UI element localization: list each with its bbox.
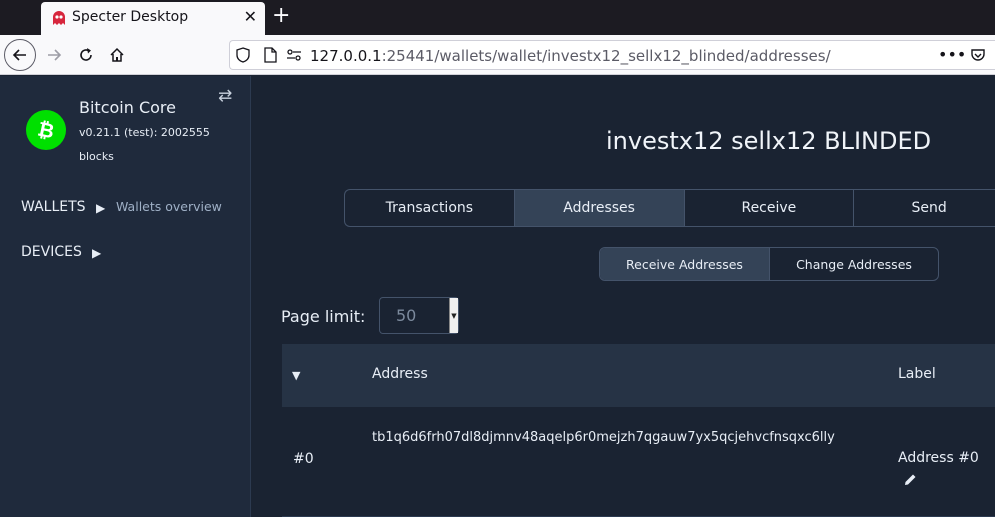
spinner-icon[interactable]: ▼	[449, 298, 458, 333]
tab-change-addresses[interactable]: Change Addresses	[770, 248, 938, 280]
reload-icon	[80, 48, 92, 61]
back-button[interactable]	[4, 39, 36, 71]
sidebar-devices[interactable]: DEVICES	[21, 244, 82, 260]
sidebar: ₿ Bitcoin Core v0.21.1 (test): 2002555 b…	[0, 76, 251, 517]
pencil-icon[interactable]	[904, 473, 917, 486]
node-name[interactable]: Bitcoin Core	[79, 98, 176, 117]
url-bar[interactable]: 127.0.0.1:25441/wallets/wallet/investx12…	[229, 40, 995, 70]
tab-receive[interactable]: Receive	[685, 190, 855, 226]
tab-receive-addresses[interactable]: Receive Addresses	[600, 248, 770, 280]
tab-addresses[interactable]: Addresses	[514, 190, 685, 226]
tab-title: Specter Desktop	[72, 9, 189, 25]
wallet-tabs: Transactions Addresses Receive Send	[344, 189, 995, 227]
url-text[interactable]: 127.0.0.1:25441/wallets/wallet/investx12…	[310, 47, 831, 65]
browser-navbar: 127.0.0.1:25441/wallets/wallet/investx12…	[0, 35, 995, 75]
url-path: :25441/wallets/wallet/investx12_sellx12_…	[381, 47, 831, 65]
browser-tab[interactable]: Specter Desktop ✕	[41, 2, 265, 35]
row-index: #0	[293, 451, 314, 467]
sidebar-wallets-overview[interactable]: Wallets overview	[116, 199, 222, 214]
header-address[interactable]: Address	[372, 366, 428, 382]
site-info-icon[interactable]	[286, 47, 302, 63]
table-header: ▼ Address Label	[282, 344, 995, 407]
row-label: Address #0	[898, 450, 979, 466]
forward-button[interactable]	[38, 39, 70, 71]
sidebar-wallets[interactable]: WALLETS	[21, 199, 86, 215]
plus-icon[interactable]: +	[272, 3, 290, 29]
svg-text:₿: ₿	[36, 118, 57, 142]
table-row[interactable]: #0 tb1q6d6frh07dl8djmnv48aqelp6r0mejzh7q…	[282, 407, 995, 517]
wallet-title: investx12 sellx12 BLINDED	[606, 127, 932, 155]
home-button[interactable]	[101, 39, 133, 71]
forward-arrow-icon	[48, 49, 62, 61]
shield-icon[interactable]	[236, 47, 250, 63]
tab-transactions[interactable]: Transactions	[345, 190, 515, 226]
pocket-icon[interactable]	[970, 47, 986, 63]
more-icon[interactable]: •••	[938, 45, 966, 64]
address-type-tabs: Receive Addresses Change Addresses	[599, 247, 939, 281]
triangle-right-icon[interactable]: ▶	[96, 201, 105, 215]
page-limit-label: Page limit:	[281, 307, 366, 326]
header-label[interactable]: Label	[898, 366, 936, 382]
swap-icon[interactable]: ⇄	[218, 86, 232, 106]
page-limit-value: 50	[396, 306, 417, 325]
close-icon[interactable]: ✕	[244, 7, 257, 26]
home-icon	[110, 47, 124, 62]
page-limit-input[interactable]: 50 ▼	[379, 297, 459, 334]
row-address[interactable]: tb1q6d6frh07dl8djmnv48aqelp6r0mejzh7qgau…	[372, 430, 835, 445]
reload-button[interactable]	[70, 39, 102, 71]
browser-tabbar: Specter Desktop ✕ +	[0, 0, 995, 35]
bitcoin-icon[interactable]: ₿	[26, 110, 66, 150]
back-arrow-icon	[12, 49, 26, 61]
sort-down-icon[interactable]: ▼	[292, 369, 300, 382]
triangle-right-icon[interactable]: ▶	[92, 246, 101, 260]
url-host: 127.0.0.1	[310, 47, 382, 65]
main-content: investx12 sellx12 BLINDED Transactions A…	[252, 76, 995, 517]
ghost-favicon-icon	[53, 11, 65, 25]
node-version: v0.21.1 (test): 2002555	[79, 126, 210, 139]
node-blocks: blocks	[79, 150, 114, 163]
page-icon[interactable]	[264, 47, 277, 63]
tab-send[interactable]: Send	[854, 190, 995, 226]
